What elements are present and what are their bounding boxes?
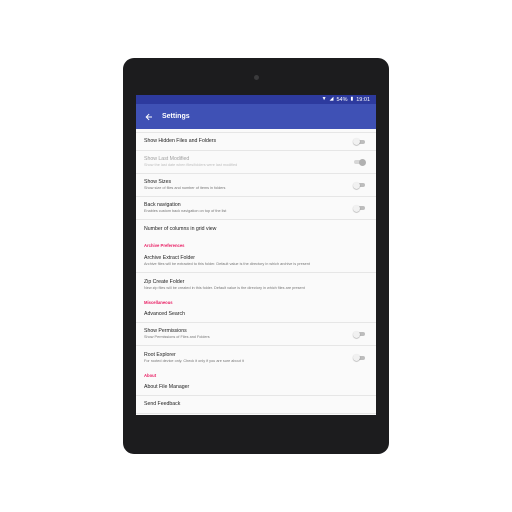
- switch-knob: [359, 158, 366, 166]
- app-bar: Settings: [136, 104, 376, 129]
- pref-show-permissions[interactable]: Show Permissions Show Permissions of Fil…: [136, 323, 376, 346]
- show-permissions-switch[interactable]: [353, 330, 365, 338]
- pref-title: Show Last Modified: [144, 156, 190, 162]
- pref-back-navigation[interactable]: Back navigation Enables custom back navi…: [136, 197, 376, 220]
- pref-grid-columns[interactable]: Number of columns in grid view: [136, 220, 376, 239]
- pref-summary: New zip files will be created in this fo…: [144, 285, 305, 290]
- pref-title: Advanced Search: [144, 311, 185, 317]
- switch-knob: [353, 330, 360, 338]
- category-about: About: [144, 373, 157, 378]
- pref-summary: Archive files will be extracted to this …: [144, 262, 310, 266]
- signal-icon: ◢: [329, 96, 334, 102]
- camera-icon: [254, 75, 259, 80]
- pref-summary: Show size of files and number of items i…: [144, 186, 226, 190]
- battery-percent: 54%: [336, 96, 348, 103]
- switch-knob: [353, 181, 360, 189]
- pref-title: Number of columns in grid view: [144, 226, 217, 232]
- pref-send-feedback[interactable]: Send Feedback: [136, 396, 376, 414]
- pref-show-hidden[interactable]: Show Hidden Files and Folders: [136, 133, 376, 151]
- switch-knob: [353, 354, 360, 361]
- pref-archive-extract[interactable]: Archive Extract Folder Archive files wil…: [136, 250, 376, 273]
- pref-summary: For rooted device only. Check it only if…: [144, 358, 244, 363]
- pref-title: Archive Extract Folder: [144, 255, 196, 261]
- wifi-icon: ▼: [321, 96, 327, 102]
- pref-title: Show Hidden Files and Folders: [144, 138, 217, 144]
- settings-list[interactable]: Show Hidden Files and Folders Show Last …: [136, 129, 376, 415]
- page-title: Settings: [162, 113, 190, 120]
- show-sizes-switch[interactable]: [353, 181, 365, 189]
- pref-zip-create[interactable]: Zip Create Folder New zip files will be …: [136, 273, 376, 296]
- pref-about-app[interactable]: About File Manager: [136, 380, 376, 396]
- arrow-left-icon-svg: [145, 113, 152, 120]
- arrow-left-icon[interactable]: [136, 104, 162, 129]
- pref-show-last-modified: Show Last Modified Show the last date wh…: [136, 151, 376, 174]
- pref-root-explorer[interactable]: Root Explorer For rooted device only. Ch…: [136, 346, 376, 369]
- pref-title: Back navigation: [144, 202, 181, 208]
- pref-title: Root Explorer: [144, 351, 176, 358]
- show-hidden-switch[interactable]: [353, 138, 365, 145]
- tablet-frame: ▼ ◢ 54% ▮ 19:01 Settings Show Hidden Fil…: [123, 58, 389, 454]
- pref-title: Send Feedback: [144, 401, 181, 407]
- switch-knob: [353, 204, 360, 212]
- category-archive: Archive Preferences: [144, 243, 185, 248]
- root-explorer-switch[interactable]: [353, 354, 365, 361]
- pref-summary: Show Permissions of Files and Folders: [144, 335, 210, 339]
- status-bar: ▼ ◢ 54% ▮ 19:01: [136, 95, 376, 104]
- back-navigation-switch[interactable]: [353, 204, 365, 212]
- pref-summary: Show the last date when files/folders we…: [144, 163, 238, 167]
- pref-advanced-search[interactable]: Advanced Search: [136, 307, 376, 323]
- pref-title: Zip Create Folder: [144, 278, 185, 285]
- pref-show-sizes[interactable]: Show Sizes Show size of files and number…: [136, 174, 376, 197]
- battery-icon: ▮: [350, 96, 354, 102]
- pref-title: Show Sizes: [144, 179, 172, 185]
- show-last-modified-switch: [354, 158, 366, 166]
- pref-summary: Enables custom back navigation on top of…: [144, 209, 227, 213]
- pref-title: About File Manager: [144, 384, 190, 390]
- switch-knob: [353, 138, 360, 145]
- screen: ▼ ◢ 54% ▮ 19:01 Settings Show Hidden Fil…: [136, 95, 376, 415]
- pref-title: Show Permissions: [144, 328, 187, 334]
- status-time: 19:01: [356, 96, 370, 103]
- category-misc: Miscellaneous: [144, 300, 173, 305]
